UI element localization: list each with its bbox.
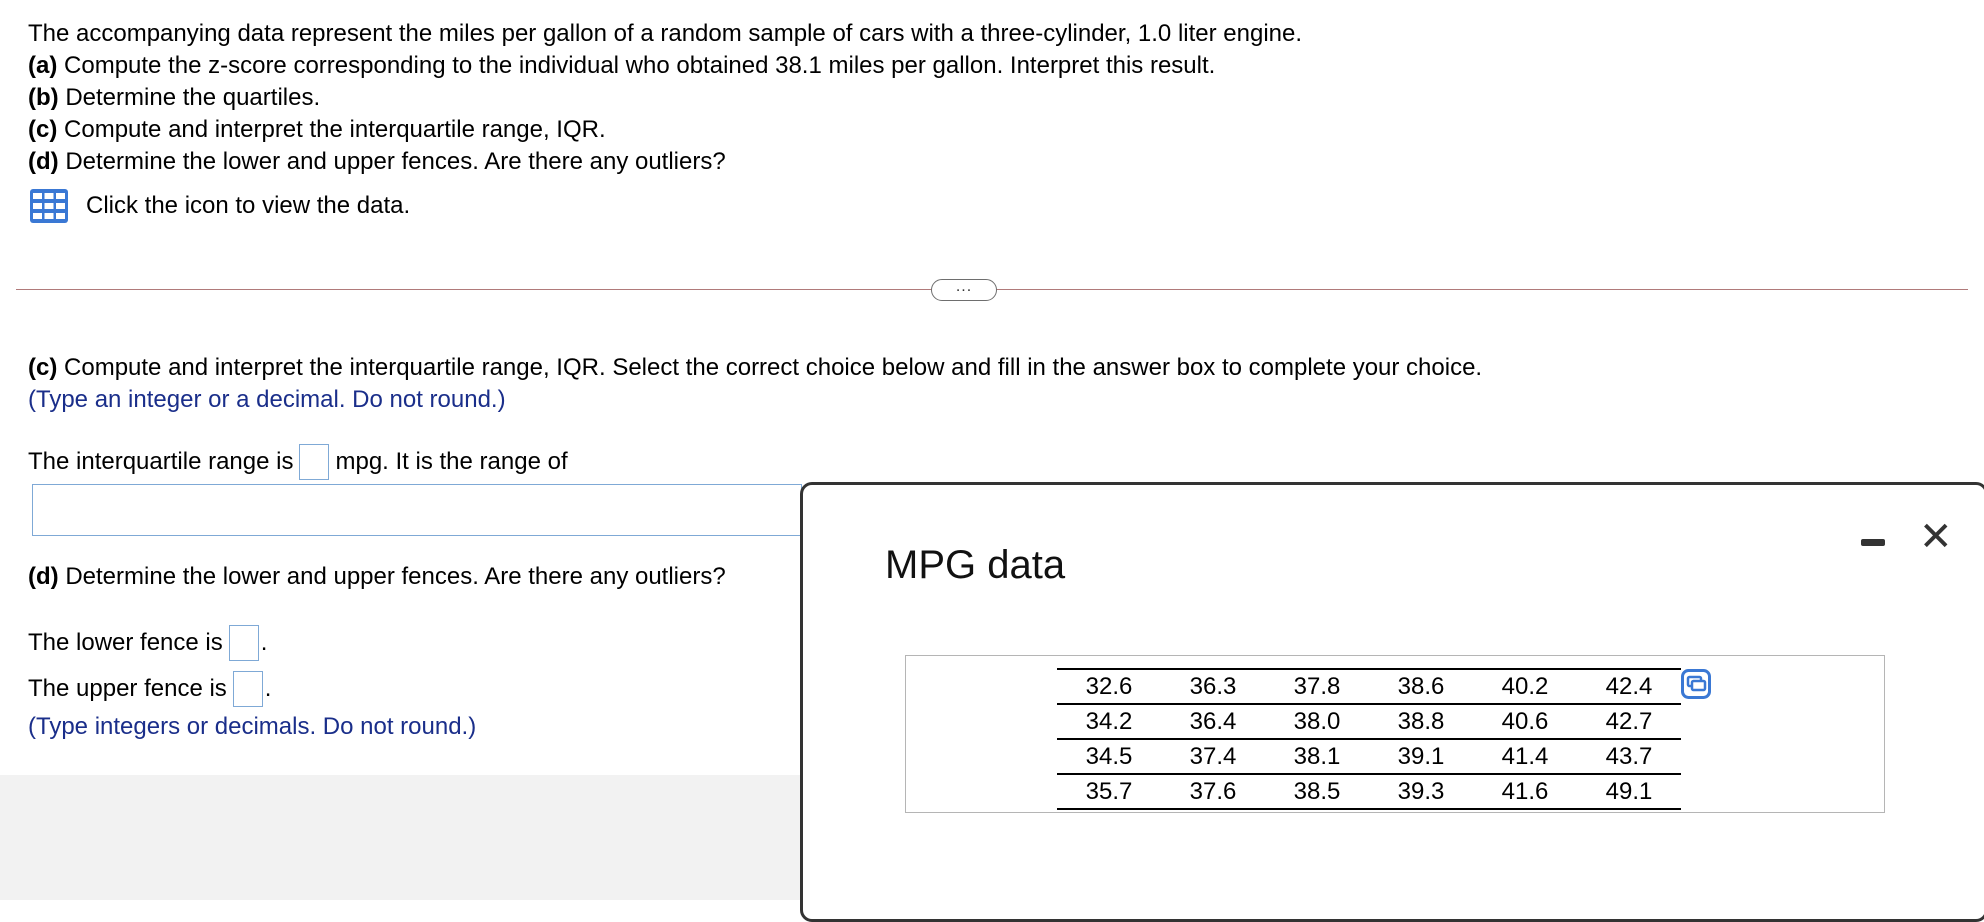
part-c-prompt: (c) Compute and interpret the interquart… [28,352,1482,416]
table-cell: 34.2 [1085,707,1133,735]
data-table-frame: 32.6 36.3 37.8 38.6 40.2 42.4 34.2 36.4 … [905,655,1885,813]
table-cell: 36.4 [1189,707,1237,735]
part-d-label: (d) [28,563,59,590]
table-row: 34.2 36.4 38.0 38.8 40.6 42.7 [1057,704,1681,739]
mpg-data-popup: MPG data ✕ 32.6 36.3 37.8 38.6 40.2 42.4… [800,482,1984,922]
iqr-answer-line: The interquartile range is mpg. It is th… [28,444,568,480]
table-cell: 41.4 [1501,742,1549,770]
table-cell: 40.6 [1501,707,1549,735]
popup-title: MPG data [885,543,1066,587]
lower-fence-input[interactable] [228,625,259,661]
table-row: 34.5 37.4 38.1 39.1 41.4 43.7 [1057,739,1681,774]
part-text: Compute and interpret the interquartile … [64,116,606,143]
table-row: 35.7 37.6 38.5 39.3 41.6 49.1 [1057,774,1681,809]
part-label: (a) [28,52,58,79]
table-cell: 32.6 [1085,672,1133,700]
view-data-label[interactable]: Click the icon to view the data. [86,192,410,220]
question-part-c: (c) Compute and interpret the interquart… [28,114,1302,146]
part-text: Determine the lower and upper fences. Ar… [65,148,726,175]
table-cell: 36.3 [1189,672,1237,700]
lower-fence-prefix: The lower fence is [28,629,223,656]
data-table-icon[interactable] [30,189,68,223]
mpg-data-table: 32.6 36.3 37.8 38.6 40.2 42.4 34.2 36.4 … [1057,668,1681,810]
table-cell: 37.4 [1189,742,1237,770]
part-label: (b) [28,84,59,111]
upper-fence-input[interactable] [232,671,263,707]
table-cell: 37.8 [1293,672,1341,700]
upper-fence-period: . [264,675,272,702]
question-part-b: (b) Determine the quartiles. [28,82,1302,114]
view-data-link[interactable]: Click the icon to view the data. [30,189,410,223]
table-cell: 49.1 [1605,777,1653,805]
lower-fence-line: The lower fence is . [28,625,267,661]
lower-fence-period: . [260,629,268,656]
upper-fence-prefix: The upper fence is [28,675,227,702]
part-c-hint: (Type an integer or a decimal. Do not ro… [28,386,506,413]
close-icon[interactable]: ✕ [1919,517,1953,557]
table-cell: 41.6 [1501,777,1549,805]
iqr-answer-input[interactable] [299,444,330,480]
part-d-prompt: (d) Determine the lower and upper fences… [28,563,726,591]
question-part-d: (d) Determine the lower and upper fences… [28,146,1302,178]
table-cell: 34.5 [1085,742,1133,770]
table-cell: 37.6 [1189,777,1237,805]
question-intro: The accompanying data represent the mile… [28,20,1303,47]
part-label: (c) [28,116,58,143]
part-c-text: Compute and interpret the interquartile … [64,354,1483,381]
table-cell: 38.0 [1293,707,1341,735]
table-cell: 39.1 [1397,742,1445,770]
range-of-answer-field[interactable] [32,484,802,536]
minimize-icon[interactable] [1861,539,1885,546]
table-cell: 40.2 [1501,672,1549,700]
part-label: (d) [28,148,59,175]
table-cell: 38.5 [1293,777,1341,805]
iqr-suffix: mpg. It is the range of [335,448,568,475]
copy-data-icon[interactable] [1681,669,1711,699]
expand-question-button[interactable]: ... [931,279,997,301]
part-d-text: Determine the lower and upper fences. Ar… [65,563,726,590]
table-cell: 42.7 [1605,707,1653,735]
table-cell: 39.3 [1397,777,1445,805]
iqr-prefix: The interquartile range is [28,448,294,475]
question-part-a: (a) Compute the z-score corresponding to… [28,50,1302,82]
table-cell: 43.7 [1605,742,1653,770]
upper-fence-line: The upper fence is . [28,671,271,707]
table-cell: 38.6 [1397,672,1445,700]
table-cell: 35.7 [1085,777,1133,805]
part-d-hint: (Type integers or decimals. Do not round… [28,713,477,740]
part-c-label: (c) [28,354,58,381]
part-text: Compute the z-score corresponding to the… [64,52,1216,79]
question-block: The accompanying data represent the mile… [28,18,1302,178]
table-cell: 38.1 [1293,742,1341,770]
table-cell: 38.8 [1397,707,1445,735]
table-cell: 42.4 [1605,672,1653,700]
table-row: 32.6 36.3 37.8 38.6 40.2 42.4 [1057,669,1681,704]
part-text: Determine the quartiles. [65,84,321,111]
